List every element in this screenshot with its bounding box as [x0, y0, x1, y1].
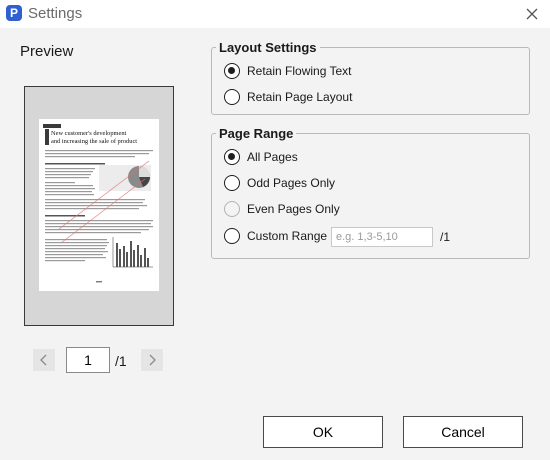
radio-retain-page-layout[interactable]: Retain Page Layout — [224, 89, 384, 109]
page-thumbnail: New customer's development and increasin… — [39, 119, 159, 291]
page-total-label: /1 — [115, 353, 127, 369]
radio-label: Retain Page Layout — [247, 90, 353, 104]
page-number-input[interactable] — [66, 347, 110, 373]
radio-custom-range[interactable]: Custom Range — [224, 228, 328, 248]
radio-label: All Pages — [247, 150, 298, 164]
close-button[interactable] — [520, 2, 544, 26]
app-logo-icon: P — [6, 5, 22, 21]
layout-settings-title: Layout Settings — [216, 40, 320, 55]
preview-label: Preview — [20, 43, 74, 60]
radio-button[interactable] — [224, 149, 240, 165]
custom-range-total: /1 — [440, 230, 451, 244]
radio-selected-dot — [228, 153, 235, 160]
cancel-button[interactable]: Cancel — [403, 416, 523, 448]
radio-button[interactable] — [224, 63, 240, 79]
preview-frame: New customer's development and increasin… — [24, 86, 174, 326]
radio-label: Even Pages Only — [247, 202, 340, 216]
radio-label: Odd Pages Only — [247, 176, 336, 190]
custom-range-input[interactable] — [331, 227, 433, 247]
page-thumbnail-image: New customer's development and increasin… — [39, 119, 159, 291]
radio-all-pages[interactable]: All Pages — [224, 149, 384, 169]
next-page-button[interactable] — [141, 349, 163, 371]
radio-selected-dot — [228, 67, 235, 74]
radio-retain-flowing-text[interactable]: Retain Flowing Text — [224, 63, 384, 83]
radio-button[interactable] — [224, 228, 240, 244]
close-icon — [526, 8, 538, 20]
thumb-heading-2: and increasing the sale of product — [51, 138, 137, 145]
radio-label: Retain Flowing Text — [247, 64, 352, 78]
radio-button[interactable] — [224, 89, 240, 105]
radio-even-pages-only[interactable]: Even Pages Only — [224, 201, 384, 221]
radio-odd-pages-only[interactable]: Odd Pages Only — [224, 175, 384, 195]
window-title: Settings — [28, 5, 83, 22]
title-bar: P Settings — [0, 0, 550, 28]
radio-button[interactable] — [224, 175, 240, 191]
chevron-left-icon — [40, 354, 47, 366]
thumb-heading-1: New customer's development — [51, 130, 127, 137]
ok-button[interactable]: OK — [263, 416, 383, 448]
radio-label: Custom Range — [247, 229, 328, 243]
page-range-title: Page Range — [216, 126, 297, 141]
previous-page-button[interactable] — [33, 349, 55, 371]
chevron-right-icon — [149, 354, 156, 366]
radio-button[interactable] — [224, 201, 240, 217]
